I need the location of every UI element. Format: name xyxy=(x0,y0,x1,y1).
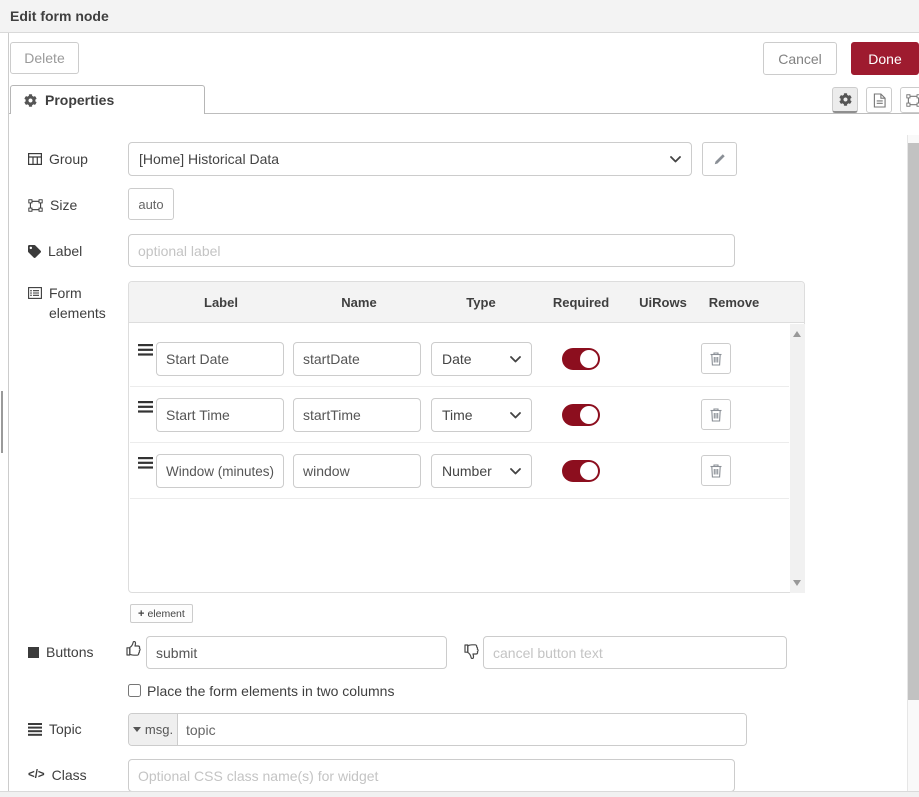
drag-handle-icon[interactable] xyxy=(138,401,153,413)
drag-handle-icon[interactable] xyxy=(138,344,153,356)
row-label-input[interactable] xyxy=(156,342,284,376)
code-icon: </> xyxy=(28,769,45,781)
row-type-select[interactable]: Time xyxy=(431,398,532,432)
pencil-icon xyxy=(713,152,727,166)
topic-type-label: msg. xyxy=(145,722,173,737)
chevron-down-icon xyxy=(670,156,681,163)
cancel-button-text-input[interactable] xyxy=(483,636,787,669)
remove-row-button[interactable] xyxy=(701,455,731,486)
delete-button[interactable]: Delete xyxy=(10,42,79,74)
chevron-down-icon xyxy=(510,468,521,475)
row-label-input[interactable] xyxy=(156,398,284,432)
form-elements-field-label: Form elements xyxy=(28,283,112,323)
trash-icon xyxy=(709,351,723,367)
dialog-title: Edit form node xyxy=(10,8,109,24)
list-bars-icon xyxy=(28,723,42,736)
properties-icon-button[interactable] xyxy=(832,87,858,113)
drag-handle-icon[interactable] xyxy=(138,457,153,469)
tray-footer xyxy=(0,791,919,797)
row-label-input[interactable] xyxy=(156,454,284,488)
chevron-down-icon xyxy=(510,412,521,419)
size-field-label: Size xyxy=(28,197,77,213)
two-columns-label[interactable]: Place the form elements in two columns xyxy=(147,683,394,699)
submit-button-text-input[interactable] xyxy=(146,636,447,669)
object-group-icon xyxy=(28,199,43,212)
topic-value-input[interactable] xyxy=(178,714,746,745)
list-alt-icon xyxy=(28,287,42,299)
buttons-field-label: Buttons xyxy=(28,644,93,660)
thumbs-up-icon xyxy=(126,641,142,657)
plus-icon: + xyxy=(138,608,144,620)
scroll-down-icon[interactable] xyxy=(793,580,801,586)
required-toggle[interactable] xyxy=(562,348,600,370)
row-type-select[interactable]: Number xyxy=(431,454,532,488)
chevron-down-icon xyxy=(510,356,521,363)
col-header-required: Required xyxy=(553,295,609,310)
row-name-input[interactable] xyxy=(293,454,421,488)
topic-type-select[interactable]: msg. xyxy=(129,714,178,745)
col-header-label: Label xyxy=(204,295,238,310)
doc-icon xyxy=(873,93,886,108)
trash-icon xyxy=(709,407,723,423)
gear-icon xyxy=(24,94,37,107)
two-columns-checkbox[interactable] xyxy=(128,684,141,697)
thumbs-down-icon xyxy=(464,643,480,659)
topic-field-label: Topic xyxy=(28,721,82,737)
caret-down-icon xyxy=(133,727,141,732)
group-select[interactable]: [Home] Historical Data xyxy=(128,142,692,176)
tag-icon xyxy=(28,245,41,258)
square-icon xyxy=(28,647,39,658)
col-header-type: Type xyxy=(466,295,495,310)
table-icon xyxy=(28,153,42,165)
group-field-label: Group xyxy=(28,151,88,167)
table-scrollbar[interactable] xyxy=(790,324,805,593)
row-type-select[interactable]: Date xyxy=(431,342,532,376)
tab-properties[interactable]: Properties xyxy=(10,85,205,114)
col-header-uirows: UiRows xyxy=(639,295,687,310)
dialog-header: Edit form node xyxy=(0,0,919,33)
group-select-value: [Home] Historical Data xyxy=(139,151,670,167)
remove-row-button[interactable] xyxy=(701,343,731,374)
description-icon-button[interactable] xyxy=(866,87,892,113)
row-name-input[interactable] xyxy=(293,342,421,376)
tab-properties-label: Properties xyxy=(45,92,114,108)
required-toggle[interactable] xyxy=(562,404,600,426)
class-input[interactable] xyxy=(128,759,735,792)
remove-row-button[interactable] xyxy=(701,399,731,430)
gear-icon xyxy=(839,93,852,106)
label-input[interactable] xyxy=(128,234,735,267)
add-element-button[interactable]: + element xyxy=(130,604,193,623)
appearance-icon xyxy=(906,94,919,107)
scroll-up-icon[interactable] xyxy=(793,331,801,337)
trash-icon xyxy=(709,463,723,479)
edit-group-button[interactable] xyxy=(702,142,737,176)
col-header-name: Name xyxy=(341,295,376,310)
done-button[interactable]: Done xyxy=(851,42,919,75)
form-elements-table-header: Label Name Type Required UiRows Remove xyxy=(129,282,804,323)
edit-form-node-dialog: Edit form node Delete Cancel Done Proper… xyxy=(0,0,919,797)
page-scrollbar-thumb[interactable] xyxy=(908,143,919,700)
label-field-label: Label xyxy=(28,243,82,259)
form-elements-table: Label Name Type Required UiRows Remove D… xyxy=(128,281,805,593)
cancel-button[interactable]: Cancel xyxy=(763,42,837,75)
appearance-icon-button[interactable] xyxy=(900,87,919,113)
class-field-label: </> Class xyxy=(28,767,87,783)
tray-resize-grip[interactable] xyxy=(1,391,3,453)
required-toggle[interactable] xyxy=(562,460,600,482)
row-name-input[interactable] xyxy=(293,398,421,432)
size-button[interactable]: auto xyxy=(128,188,174,220)
topic-typed-input: msg. xyxy=(128,713,747,746)
col-header-remove: Remove xyxy=(709,295,760,310)
